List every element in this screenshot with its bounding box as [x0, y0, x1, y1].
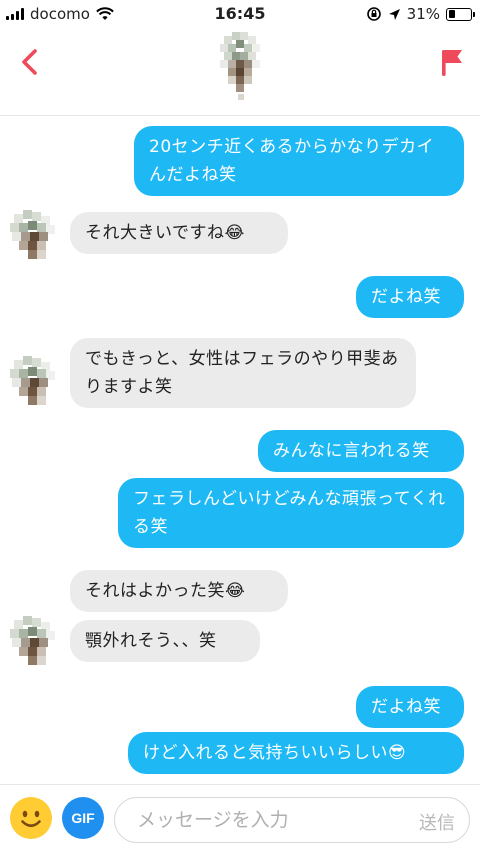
battery-icon: [446, 7, 475, 21]
smiley-icon[interactable]: [10, 797, 52, 839]
status-bar: docomo 16:45 31%: [0, 0, 480, 28]
sender-avatar: [10, 356, 55, 405]
message-incoming: それ大きいですね😂: [70, 212, 288, 254]
sender-avatar: [10, 616, 55, 665]
composer-bar: GIF 送信: [0, 784, 480, 854]
message-incoming: それはよかった笑😂: [70, 570, 288, 612]
location-arrow-icon: [388, 8, 400, 20]
message-outgoing: だよね笑: [356, 276, 464, 318]
battery-percent: 31%: [406, 5, 440, 23]
battery-level: [448, 10, 455, 18]
send-button[interactable]: 送信: [419, 809, 455, 835]
message-outgoing: みんなに言われる笑: [258, 430, 464, 472]
chat-header: [0, 28, 480, 116]
message-input[interactable]: [137, 798, 387, 842]
sender-avatar: [10, 210, 55, 259]
message-outgoing: けど入れると気持ちいいらしい😎: [128, 732, 464, 774]
message-incoming: でもきっと、女性はフェラのやり甲斐ありますよ笑: [70, 338, 416, 408]
gif-button[interactable]: GIF: [62, 797, 104, 839]
match-avatar[interactable]: [216, 30, 264, 104]
flag-icon[interactable]: [438, 46, 466, 78]
message-list: 20センチ近くあるからかなりデカイんだよね笑 それ大きいですね😂 だよね笑 でも…: [0, 116, 480, 784]
message-incoming: 顎外れそう、、笑: [70, 620, 260, 662]
chevron-left-icon[interactable]: [14, 46, 46, 78]
status-right: 31%: [366, 5, 475, 23]
message-outgoing: 20センチ近くあるからかなりデカイんだよね笑: [134, 126, 464, 196]
rotation-lock-icon: [366, 7, 381, 21]
smiley-face-icon: [12, 799, 50, 837]
message-outgoing: だよね笑: [356, 686, 464, 728]
message-outgoing: フェラしんどいけどみんな頑張ってくれる笑: [118, 478, 464, 548]
message-field[interactable]: 送信: [114, 797, 470, 843]
